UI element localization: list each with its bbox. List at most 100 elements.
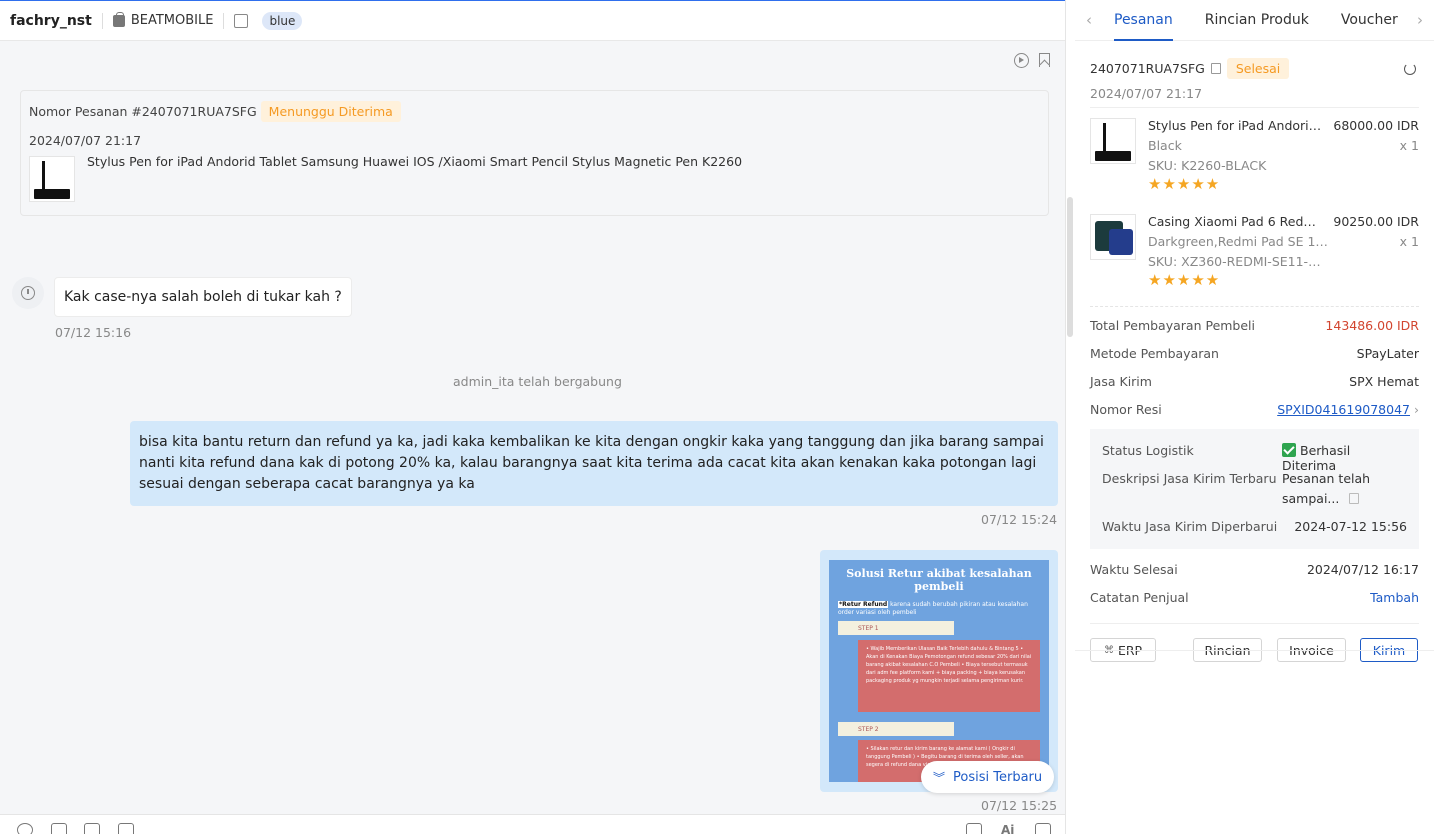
product-variant: Darkgreen,Redmi Pad SE 11 inch xyxy=(1148,234,1333,249)
ai-icon[interactable]: Ai xyxy=(1001,823,1017,834)
refresh-icon[interactable] xyxy=(1404,63,1416,75)
customer-tag[interactable]: blue xyxy=(262,11,303,30)
product-list: Stylus Pen for iPad Andorid Tablet Samsu… xyxy=(1090,118,1419,307)
emoji-icon[interactable] xyxy=(17,823,33,834)
product-qty: x 1 xyxy=(1399,138,1419,153)
image-title: Solusi Retur akibat kesalahan pembeli xyxy=(846,567,1032,593)
scroll-to-latest-button[interactable]: ︾ Posisi Terbaru xyxy=(921,761,1055,793)
image-upload-icon[interactable] xyxy=(51,823,67,834)
buyer-username[interactable]: fachry_nst xyxy=(10,13,92,29)
logistics-box: Status Logistik Berhasil Diterima Deskri… xyxy=(1090,429,1419,549)
tracking-number-row: Nomor Resi SPXID041619078047 › xyxy=(1090,395,1419,423)
payment-method-row: Metode Pembayaran SPayLater xyxy=(1090,339,1419,367)
image-step-1: STEP 1 xyxy=(838,621,954,635)
payment-method-label: Metode Pembayaran xyxy=(1090,345,1219,361)
message-composer-toolbar: Ai xyxy=(0,814,1065,834)
order-card[interactable]: Nomor Pesanan #2407071RUA7SFG Menunggu D… xyxy=(20,90,1049,216)
order-status-badge: Selesai xyxy=(1226,58,1290,79)
message-timestamp: 07/12 15:16 xyxy=(55,325,132,340)
payment-method-value: SPayLater xyxy=(1356,345,1419,361)
tab-voucher[interactable]: Voucher xyxy=(1341,0,1398,41)
message-timestamp: 07/12 15:24 xyxy=(981,512,1058,527)
product-price: 68000.00 IDR xyxy=(1333,118,1419,133)
seller-note-label: Catatan Penjual xyxy=(1090,589,1189,605)
edit-icon[interactable] xyxy=(966,823,982,834)
product-thumbnail xyxy=(1090,118,1136,164)
chat-header: fachry_nst BEATMOBILE blue xyxy=(0,0,1065,41)
product-thumbnail xyxy=(29,156,75,202)
product-sku: SKU: K2260-BLACK xyxy=(1148,158,1267,173)
order-status-badge: Menunggu Diterima xyxy=(260,101,401,122)
image-step-2: STEP 2 xyxy=(838,722,954,736)
product-qty: x 1 xyxy=(1399,234,1419,249)
star-rating: ★★★★★ xyxy=(1148,175,1221,193)
product-name: Casing Xiaomi Pad 6 Redmi Pad SE 11 inch… xyxy=(1148,214,1328,229)
double-chevron-down-icon: ︾ xyxy=(933,770,946,785)
product-icon[interactable] xyxy=(118,823,134,834)
chat-scrollbar[interactable] xyxy=(1067,197,1073,337)
total-payment-value: 143486.00 IDR xyxy=(1325,317,1419,333)
product-variant: Black xyxy=(1148,138,1182,153)
scroll-to-latest-label: Posisi Terbaru xyxy=(953,769,1043,785)
copy-icon[interactable] xyxy=(1210,63,1221,74)
product-item[interactable]: Stylus Pen for iPad Andorid Tablet Samsu… xyxy=(1090,118,1419,204)
incoming-message: Kak case-nya salah boleh di tukar kah ? xyxy=(54,277,352,317)
outgoing-message: bisa kita bantu return dan refund ya ka,… xyxy=(130,421,1058,506)
product-price: 90250.00 IDR xyxy=(1333,214,1419,229)
tab-rincian-produk[interactable]: Rincian Produk xyxy=(1205,0,1309,41)
logistics-status-label: Status Logistik xyxy=(1102,443,1194,458)
shop-name: BEATMOBILE xyxy=(130,13,214,28)
shop-label: BEATMOBILE xyxy=(112,11,214,28)
play-icon[interactable] xyxy=(1014,53,1029,68)
finished-time-row: Waktu Selesai 2024/07/12 16:17 xyxy=(1090,555,1419,583)
star-rating: ★★★★★ xyxy=(1148,271,1221,289)
courier-value: SPX Hemat xyxy=(1349,373,1419,389)
shop-bag-icon xyxy=(112,11,125,27)
divider xyxy=(101,12,103,29)
order-number: Nomor Pesanan #2407071RUA7SFG xyxy=(29,104,257,119)
side-panel-empty-area xyxy=(1075,650,1434,834)
chevron-right-icon[interactable]: › xyxy=(1414,402,1419,417)
chat-pane: fachry_nst BEATMOBILE blue Nomor Pesanan… xyxy=(0,0,1066,834)
product-name: Stylus Pen for iPad Andorid Tablet Samsu… xyxy=(1148,118,1328,133)
divider xyxy=(223,12,225,29)
finished-time-value: 2024/07/12 16:17 xyxy=(1306,561,1419,577)
finished-time-label: Waktu Selesai xyxy=(1090,561,1178,577)
order-date: 2024/07/07 21:17 xyxy=(1090,86,1203,101)
add-note-link[interactable]: Tambah xyxy=(1370,590,1419,605)
image-subtitle: *Retur Refund karena sudah berubah pikir… xyxy=(838,601,1028,616)
logistics-desc: Pesanan telah sampai... xyxy=(1282,471,1371,506)
product-item[interactable]: Casing Xiaomi Pad 6 Redmi Pad SE 11 inch… xyxy=(1090,214,1419,300)
transfer-icon[interactable] xyxy=(234,13,249,28)
image-step-1-text: • Wajib Memberikan Ulasan Baik Terlebih … xyxy=(858,640,1040,712)
tracking-number-label: Nomor Resi xyxy=(1090,401,1162,417)
video-icon[interactable] xyxy=(84,823,100,834)
order-id: 2407071RUA7SFG xyxy=(1090,61,1205,76)
copy-icon[interactable] xyxy=(1349,493,1360,504)
total-payment-row: Total Pembayaran Pembeli 143486.00 IDR xyxy=(1090,311,1419,339)
bookmark-icon[interactable] xyxy=(1039,53,1050,67)
buyer-avatar xyxy=(12,277,44,309)
check-icon xyxy=(1282,443,1296,457)
side-tabs: ‹ Pesanan Rincian Produk Voucher › xyxy=(1075,0,1434,41)
order-header: 2407071RUA7SFG Selesai 2024/07/07 21:17 xyxy=(1090,41,1419,108)
image-message[interactable]: Solusi Retur akibat kesalahan pembeli *R… xyxy=(820,550,1058,792)
message-timestamp: 07/12 15:25 xyxy=(981,798,1058,813)
logistics-updated-label: Waktu Jasa Kirim Diperbarui xyxy=(1102,519,1278,534)
product-thumbnail xyxy=(1090,214,1136,260)
order-actions: ⌘ ERP Rincian Invoice Kirim xyxy=(1090,623,1419,662)
seller-note-row: Catatan Penjual Tambah xyxy=(1090,583,1419,611)
chevron-left-icon[interactable]: ‹ xyxy=(1075,11,1103,29)
courier-label: Jasa Kirim xyxy=(1090,373,1152,389)
menu-icon[interactable] xyxy=(1035,823,1051,834)
return-policy-image: Solusi Retur akibat kesalahan pembeli *R… xyxy=(829,560,1049,782)
tracking-number-link[interactable]: SPXID041619078047 xyxy=(1277,402,1410,417)
chevron-right-icon[interactable]: › xyxy=(1406,11,1434,29)
courier-row: Jasa Kirim SPX Hemat xyxy=(1090,367,1419,395)
system-message: admin_ita telah bergabung xyxy=(453,374,622,389)
order-date: 2024/07/07 21:17 xyxy=(29,133,142,148)
tab-pesanan[interactable]: Pesanan xyxy=(1114,0,1173,41)
logistics-updated-value: 2024-07-12 15:56 xyxy=(1294,519,1407,534)
product-sku: SKU: XZ360-REDMI-SE11-DARKGREEN xyxy=(1148,254,1323,269)
clock-icon xyxy=(21,286,35,300)
